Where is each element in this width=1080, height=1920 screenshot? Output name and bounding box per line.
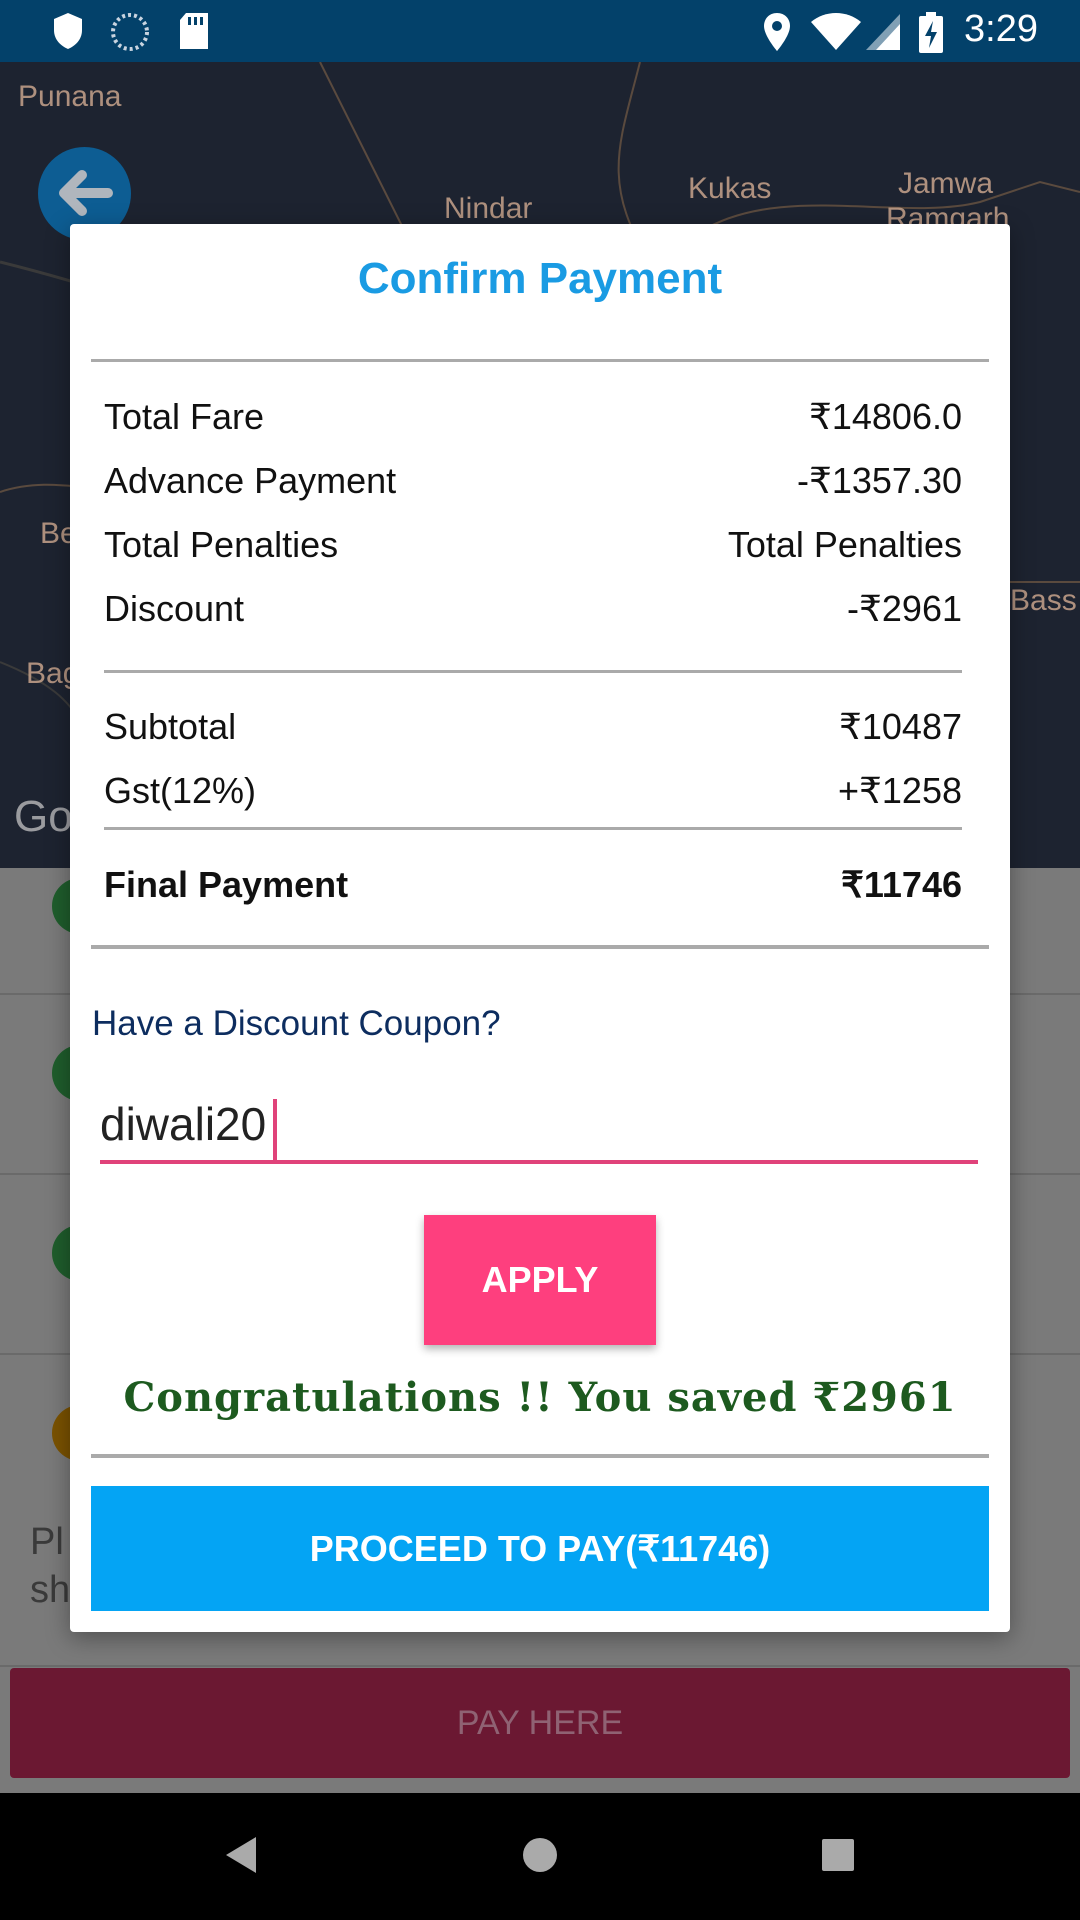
advance-payment-value: -₹1357.30: [796, 460, 962, 501]
discount-row: Discount -₹2961: [104, 588, 962, 638]
location-icon: [764, 13, 790, 51]
status-time: 3:29: [964, 8, 1038, 50]
dialog-title: Confirm Payment: [357, 254, 723, 303]
gst-row: Gst(12%) +₹1258: [104, 770, 962, 820]
google-attribution: Go: [14, 792, 73, 841]
text-cursor: [273, 1099, 277, 1161]
discount-value: -₹2961: [847, 588, 962, 629]
fare-row: Total Fare ₹14806.0: [104, 396, 962, 446]
confirm-payment-dialog: Confirm Payment Total Fare ₹14806.0 Adva…: [70, 224, 1010, 1632]
final-payment-label: Final Payment: [104, 864, 349, 905]
divider: [91, 1454, 989, 1458]
signal-icon: [866, 14, 900, 50]
gst-value: +₹1258: [837, 770, 962, 811]
map-label-jamwa: Jamwa: [898, 167, 994, 200]
advance-payment-label: Advance Payment: [104, 460, 397, 501]
list-note-line-1: Pl: [30, 1521, 64, 1563]
divider: [91, 359, 989, 362]
subtotal-value: ₹10487: [838, 706, 962, 747]
savings-message: Congratulations !! You saved ₹2961: [123, 1374, 957, 1421]
map-label-bass: Bass: [1010, 584, 1077, 617]
penalties-row: Total Penalties Total Penalties: [104, 524, 962, 574]
coupon-code-input[interactable]: [100, 1094, 978, 1164]
battery-charging-icon: [919, 12, 943, 53]
sync-icon: [111, 13, 149, 51]
penalties-label: Total Penalties: [104, 524, 339, 565]
fare-value: ₹14806.0: [808, 396, 962, 437]
map-label-nindar: Nindar: [444, 192, 533, 225]
sd-card-icon: [180, 13, 208, 49]
discount-label: Discount: [104, 588, 245, 629]
recents-nav-icon[interactable]: [820, 1837, 856, 1873]
divider: [104, 670, 962, 673]
subtotal-row: Subtotal ₹10487: [104, 706, 962, 756]
final-payment-row: Final Payment ₹11746: [104, 864, 962, 914]
divider: [91, 945, 989, 949]
back-nav-icon[interactable]: [224, 1835, 258, 1875]
advance-payment-row: Advance Payment -₹1357.30: [104, 460, 962, 510]
home-nav-icon[interactable]: [521, 1836, 559, 1874]
proceed-to-pay-button[interactable]: PROCEED TO PAY(₹11746): [91, 1486, 989, 1611]
list-note-line-2: sh: [30, 1569, 71, 1611]
gst-label: Gst(12%): [104, 770, 257, 811]
penalties-value: Total Penalties: [727, 524, 962, 565]
subtotal-label: Subtotal: [104, 706, 237, 747]
wifi-icon: [811, 13, 861, 50]
apply-coupon-button[interactable]: APPLY: [424, 1215, 656, 1345]
divider: [104, 827, 962, 830]
list-note: Pl sh: [30, 1518, 70, 1614]
fare-label: Total Fare: [104, 396, 265, 437]
map-label-punana: Punana: [18, 80, 122, 113]
shield-icon: [54, 13, 82, 49]
coupon-question: Have a Discount Coupon?: [92, 1004, 501, 1043]
map-label-kukas: Kukas: [688, 172, 772, 205]
status-bar: 3:29: [0, 0, 1080, 62]
pay-here-button[interactable]: PAY HERE: [10, 1668, 1070, 1778]
navigation-bar: [0, 1793, 1080, 1920]
final-payment-value: ₹11746: [840, 864, 962, 905]
